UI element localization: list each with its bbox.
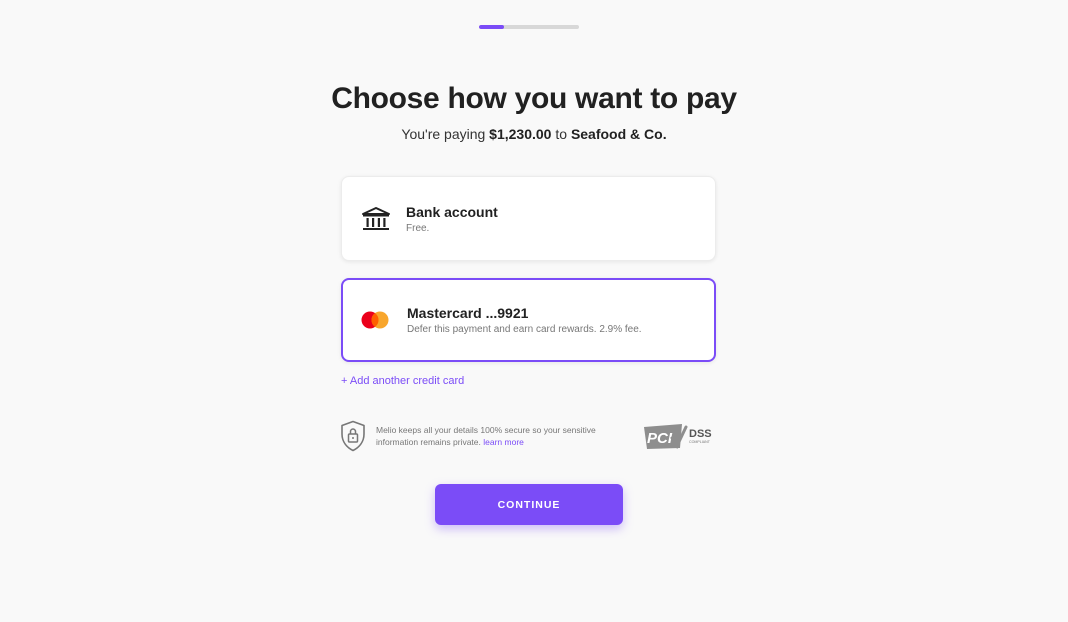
progress-bar-fill bbox=[479, 25, 504, 29]
bank-account-text: Bank account Free. bbox=[406, 204, 498, 234]
mastercard-text: Mastercard ...9921 Defer this payment an… bbox=[407, 305, 642, 335]
continue-button[interactable]: CONTINUE bbox=[435, 484, 623, 525]
subtitle-prefix: You're paying bbox=[401, 126, 490, 142]
security-text: Melio keeps all your details 100% secure… bbox=[376, 424, 626, 448]
bank-account-description: Free. bbox=[406, 222, 430, 234]
payment-method-page: Choose how you want to pay You're paying… bbox=[0, 0, 1068, 622]
payee-name: Seafood & Co. bbox=[570, 126, 667, 142]
mastercard-title: Mastercard ...9921 bbox=[407, 305, 529, 321]
subtitle-mid: to bbox=[551, 126, 571, 142]
payment-amount: $1,230.00 bbox=[489, 126, 552, 142]
security-notice: Melio keeps all your details 100% secure… bbox=[340, 419, 718, 453]
bank-account-title: Bank account bbox=[406, 203, 498, 220]
badge-pci-text: PCI bbox=[647, 430, 673, 447]
badge-compliant-text: COMPLIANT bbox=[689, 440, 711, 444]
page-subtitle: You're paying $1,230.00 to Seafood & Co. bbox=[0, 126, 1068, 142]
bank-icon bbox=[342, 206, 406, 232]
learn-more-link[interactable]: learn more bbox=[483, 437, 524, 447]
progress-bar bbox=[479, 25, 579, 29]
pci-dss-badge: PCI DSS COMPLIANT bbox=[644, 424, 712, 450]
payment-option-bank-account[interactable]: Bank account Free. bbox=[341, 176, 716, 261]
payment-option-mastercard[interactable]: Mastercard ...9921 Defer this payment an… bbox=[341, 278, 716, 362]
mastercard-icon bbox=[343, 310, 407, 330]
mastercard-description: Defer this payment and earn card rewards… bbox=[407, 324, 642, 335]
shield-lock-icon bbox=[341, 420, 365, 452]
add-credit-card-link[interactable]: + Add another credit card bbox=[341, 375, 464, 387]
badge-dss-text: DSS bbox=[689, 428, 712, 440]
page-title: Choose how you want to pay bbox=[331, 82, 737, 115]
